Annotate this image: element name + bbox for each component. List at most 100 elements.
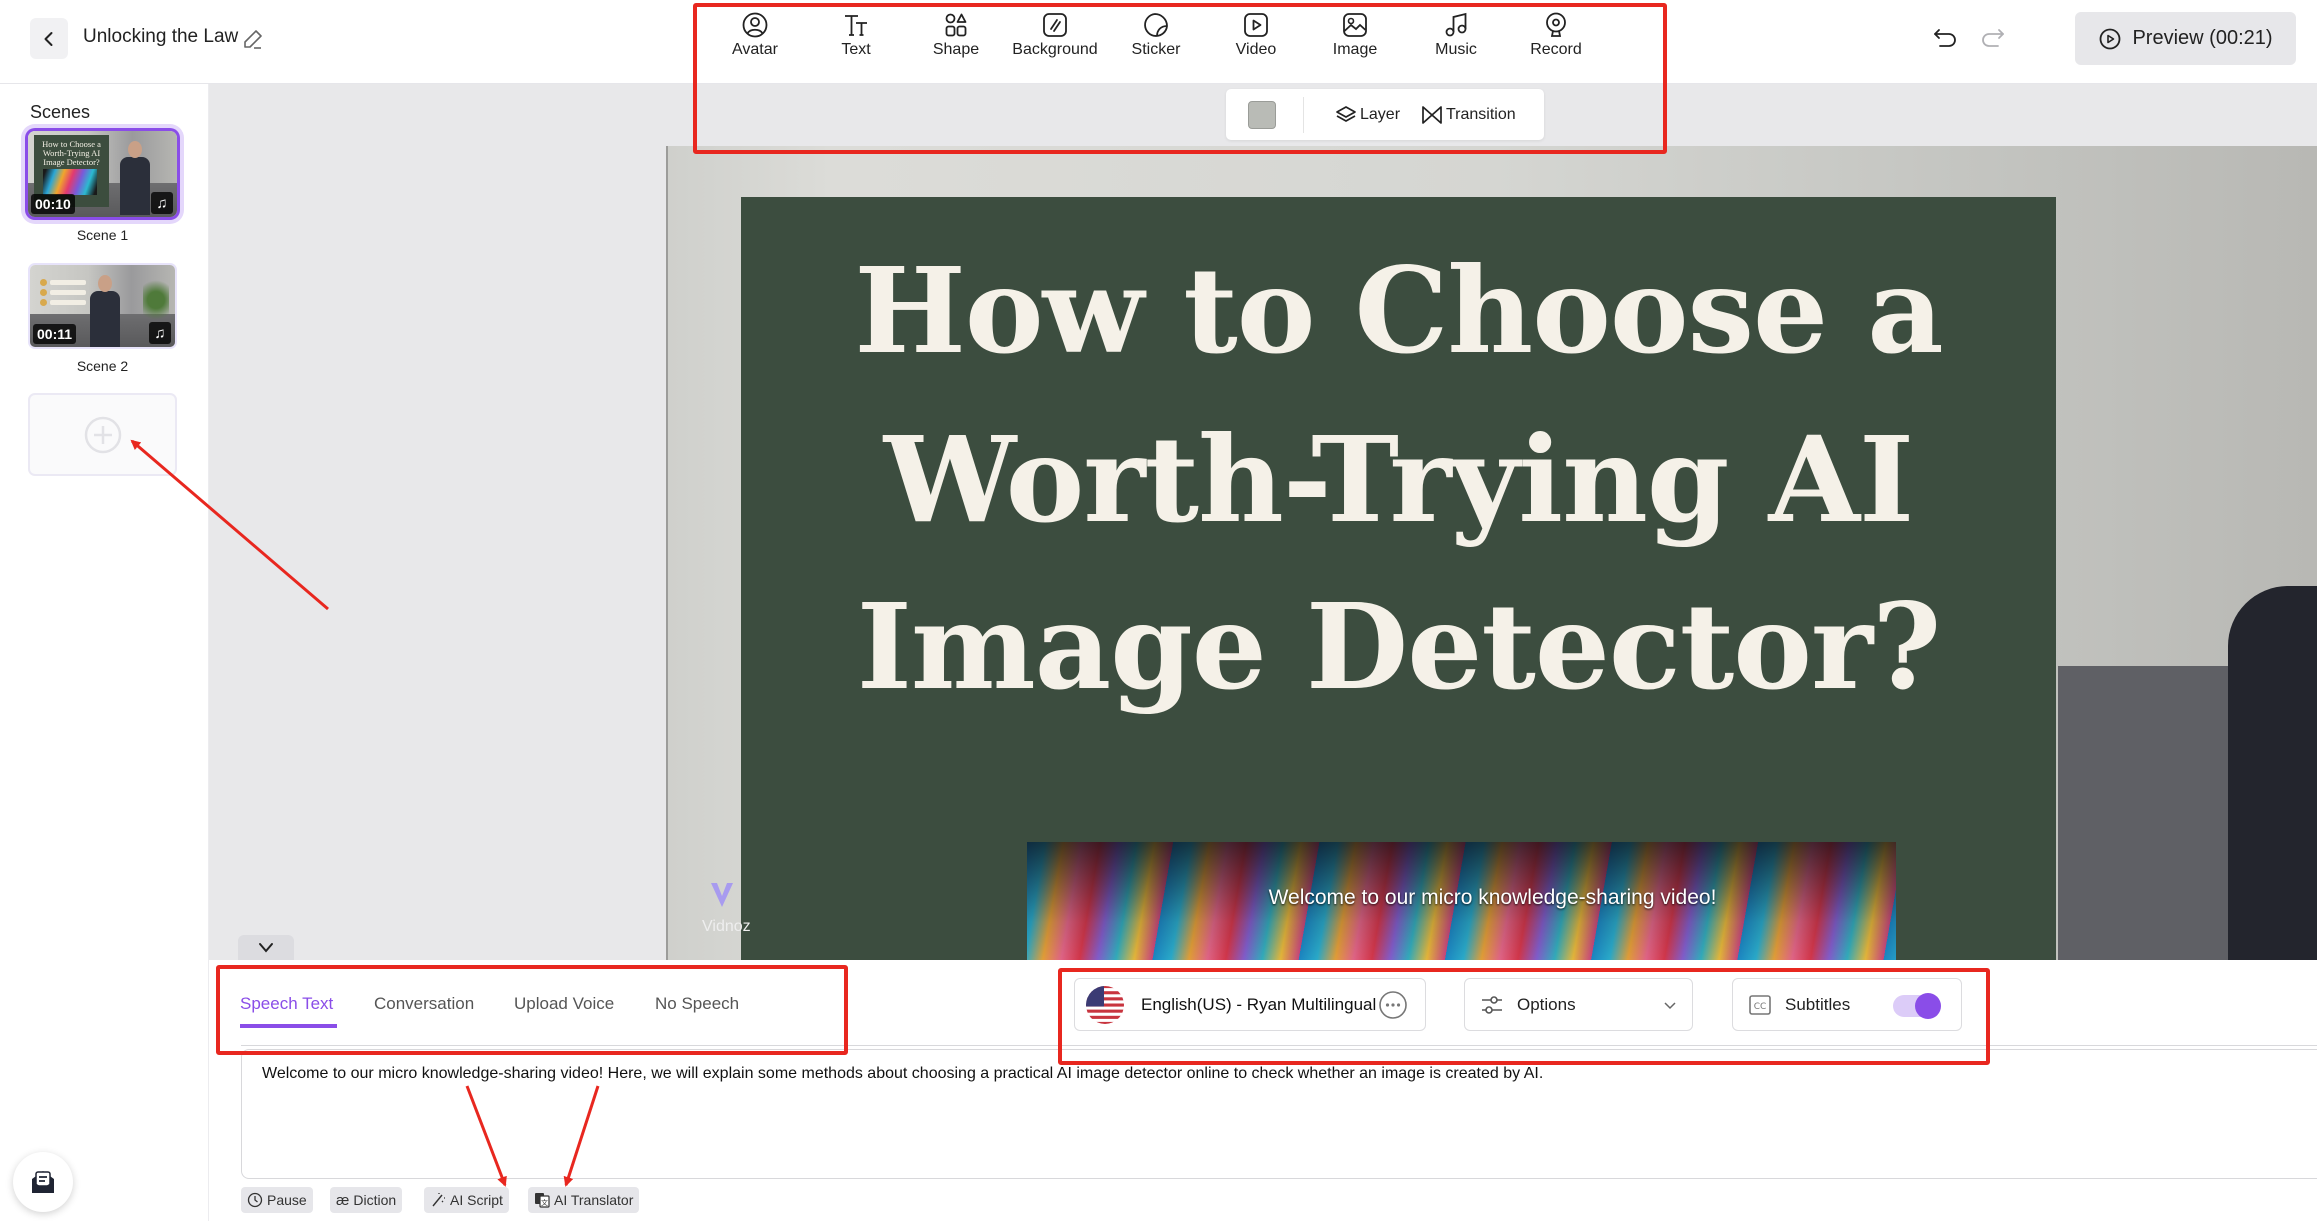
title-line-1[interactable]: How to Choose a: [741, 241, 2056, 380]
scene-label: Scene 2: [76, 358, 129, 374]
subtitles-toggle[interactable]: [1893, 993, 1941, 1019]
ai-script-button[interactable]: AI Script: [424, 1187, 509, 1213]
tool-label: Sticker: [1131, 41, 1181, 58]
preview-button[interactable]: Preview (00:21): [2075, 12, 2296, 65]
sticker-icon: [1144, 13, 1168, 37]
color-picker[interactable]: [1248, 101, 1276, 129]
options-dropdown[interactable]: Options: [1464, 978, 1693, 1031]
back-button[interactable]: [30, 18, 68, 59]
voice-label: English(US) - Ryan Multilingual: [1141, 994, 1377, 1014]
redo-icon: [1982, 29, 2004, 47]
tab-no-speech[interactable]: No Speech: [655, 994, 739, 1014]
preview-label: Preview (00:21): [2132, 27, 2273, 49]
thumbnail-checklist: [40, 279, 88, 309]
tool-shape[interactable]: Shape: [906, 10, 1006, 66]
tool-record[interactable]: Record: [1506, 10, 1606, 66]
layer-label: Layer: [1360, 106, 1401, 123]
edit-title-button[interactable]: [241, 27, 265, 51]
tool-text[interactable]: Text: [806, 10, 906, 66]
shape-icon: [945, 13, 967, 37]
chip-label: Pause: [267, 1192, 307, 1208]
more-options-icon[interactable]: [1378, 990, 1408, 1020]
scene-duration: 00:11: [33, 324, 77, 344]
scenes-heading: Scenes: [30, 102, 91, 122]
watermark-text: Vidnoz: [702, 918, 751, 935]
record-icon: [1546, 12, 1566, 37]
thumbnail-splash-image: [43, 169, 97, 195]
magic-wand-icon: [432, 1193, 445, 1207]
subtitle-overlay: Welcome to our micro knowledge-sharing v…: [1268, 886, 1717, 909]
sliders-icon: [1482, 995, 1502, 1014]
tool-label: Image: [1332, 41, 1378, 58]
ai-translator-button[interactable]: 文 AI Translator: [528, 1187, 640, 1213]
avatar-icon: [742, 12, 768, 38]
active-tab-indicator: [240, 1024, 337, 1028]
project-title: Unlocking the Law: [83, 26, 239, 47]
divider: [241, 1045, 2317, 1046]
text-icon: [845, 15, 867, 36]
collapse-panel-button[interactable]: [238, 935, 294, 960]
closed-captions-icon: CC: [1749, 994, 1771, 1015]
tool-music[interactable]: Music: [1406, 10, 1506, 66]
tool-sticker[interactable]: Sticker: [1106, 10, 1206, 66]
tool-label: Shape: [932, 41, 980, 58]
undo-button[interactable]: [1930, 24, 1960, 54]
background-icon: [1043, 13, 1067, 37]
thumbnail-avatar: [90, 275, 120, 347]
chevron-down-icon: [1664, 1001, 1676, 1009]
tab-speech-text[interactable]: Speech Text: [240, 994, 333, 1014]
layer-button[interactable]: Layer: [1334, 101, 1400, 129]
plus-circle-icon: [84, 416, 121, 453]
toggle-knob: [1915, 993, 1941, 1019]
subtitles-control: CC Subtitles: [1732, 978, 1962, 1031]
redo-button[interactable]: [1978, 24, 2008, 54]
layers-icon: [1336, 106, 1356, 122]
diction-icon: æ: [336, 1191, 350, 1209]
transition-icon: [1422, 106, 1442, 124]
tool-label: Music: [1435, 41, 1477, 58]
title-panel[interactable]: How to Choose a Worth-Trying AI Image De…: [741, 197, 2056, 960]
add-scene-button[interactable]: [28, 393, 177, 476]
speech-text-input[interactable]: Welcome to our micro knowledge-sharing v…: [241, 1049, 2317, 1179]
transition-button[interactable]: Transition: [1420, 101, 1516, 129]
title-line-2[interactable]: Worth-Trying AI: [741, 410, 2056, 549]
subtitles-label: Subtitles: [1785, 994, 1851, 1014]
pause-button[interactable]: Pause: [241, 1187, 313, 1213]
music-icon: [1445, 12, 1467, 37]
tab-upload-voice[interactable]: Upload Voice: [514, 994, 614, 1014]
scenes-sidebar: Scenes How to Choose a Worth-Trying AI I…: [0, 84, 209, 1221]
tool-label: Record: [1530, 41, 1582, 58]
thumbnail-title: How to Choose a Worth-Trying AI Image De…: [42, 139, 101, 167]
tool-avatar[interactable]: Avatar: [705, 10, 805, 66]
chevron-down-icon: [259, 942, 273, 953]
scene-thumbnail-2[interactable]: 00:11 ♫: [28, 263, 177, 349]
chevron-left-icon: [44, 31, 53, 46]
tool-label: Background: [1012, 41, 1098, 58]
diction-button[interactable]: æ Diction: [330, 1187, 403, 1213]
music-note-icon: ♫: [149, 322, 171, 344]
options-label: Options: [1517, 994, 1576, 1014]
title-line-3[interactable]: Image Detector?: [741, 577, 2056, 716]
scene-thumbnail-1[interactable]: How to Choose a Worth-Trying AI Image De…: [28, 131, 177, 217]
music-note-icon: ♫: [151, 192, 173, 214]
tool-background[interactable]: Background: [1005, 10, 1105, 66]
divider: [1303, 97, 1304, 133]
tool-label: Video: [1235, 41, 1277, 58]
tool-label: Avatar: [732, 41, 778, 58]
video-preview-canvas[interactable]: How to Choose a Worth-Trying AI Image De…: [666, 146, 2317, 960]
thumbnail-avatar: [120, 141, 150, 215]
pencil-icon: [244, 30, 262, 49]
us-flag-icon: [1086, 985, 1124, 1024]
thumbnail-plant: [143, 275, 169, 325]
voice-selector[interactable]: English(US) - Ryan Multilingual: [1074, 978, 1426, 1031]
feedback-button[interactable]: [13, 1152, 73, 1212]
play-circle-icon: [2100, 28, 2121, 49]
tool-image[interactable]: Image: [1305, 10, 1405, 66]
top-bar: Unlocking the Law Avatar Text Shape Back…: [0, 0, 2317, 84]
element-toolbar: Layer Transition: [1226, 89, 1544, 140]
tool-video[interactable]: Video: [1206, 10, 1306, 66]
tab-conversation[interactable]: Conversation: [374, 994, 474, 1014]
image-icon: [1343, 13, 1367, 37]
chip-label: Diction: [353, 1192, 397, 1208]
chip-label: AI Translator: [554, 1192, 634, 1208]
